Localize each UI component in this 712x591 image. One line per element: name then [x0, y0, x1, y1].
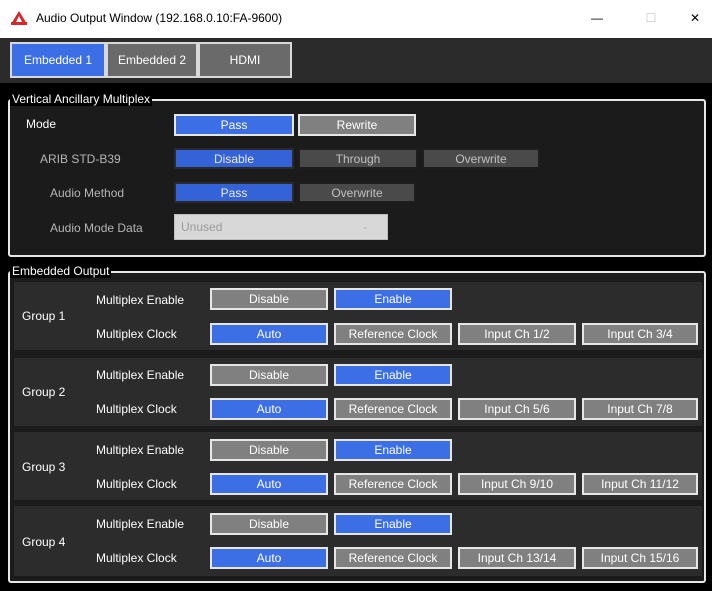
select-value: Unused: [181, 220, 223, 234]
audio-method-label: Audio Method: [50, 186, 125, 200]
multiplex-clock-label: Multiplex Clock: [96, 551, 177, 565]
group-3-enable-button[interactable]: Enable: [334, 439, 452, 461]
button-label: Rewrite: [336, 118, 378, 132]
audio-mode-data-select[interactable]: Unused ⌄: [174, 214, 388, 240]
audio-mode-data-label: Audio Mode Data: [50, 221, 143, 235]
tab-label: Embedded 1: [23, 53, 93, 67]
button-label: Enable: [374, 443, 412, 457]
tab-embedded-2[interactable]: Embedded 2: [106, 42, 198, 78]
group-2-clock-reference-button[interactable]: Reference Clock: [334, 398, 452, 420]
group-1-clock-input-b-button[interactable]: Input Ch 3/4: [582, 323, 698, 345]
button-label: Disable: [248, 443, 290, 457]
button-label: Pass: [220, 118, 248, 132]
group-3-clock-auto-button[interactable]: Auto: [210, 473, 328, 495]
button-label: Enable: [374, 292, 412, 306]
group-3-disable-button[interactable]: Disable: [210, 439, 328, 461]
tab-hdmi[interactable]: HDMI: [198, 42, 292, 78]
group-3-clock-input-b-button[interactable]: Input Ch 11/12: [582, 473, 698, 495]
button-label: Input Ch 11/12: [601, 477, 679, 491]
group-1-label: Group 1: [22, 309, 66, 323]
button-label: Disable: [248, 517, 290, 531]
audio-method-pass-button[interactable]: Pass: [174, 182, 294, 203]
button-label: Input Ch 1/2: [484, 327, 550, 341]
group-2-label: Group 2: [22, 385, 66, 399]
maximize-icon: ☐: [645, 11, 657, 25]
group-1-clock-auto-button[interactable]: Auto: [210, 323, 328, 345]
multiplex-clock-label: Multiplex Clock: [96, 477, 177, 491]
button-label: Input Ch 7/8: [607, 402, 673, 416]
button-label: Input Ch 13/14: [477, 551, 557, 565]
button-label: Disable: [248, 292, 290, 306]
button-label: Overwrite: [455, 151, 507, 166]
tab-label: Embedded 2: [117, 53, 187, 67]
minimize-icon: —: [591, 11, 603, 25]
multiplex-enable-label: Multiplex Enable: [96, 368, 185, 382]
close-icon: ✕: [689, 11, 701, 25]
arib-disable-button[interactable]: Disable: [174, 148, 294, 169]
eo-legend: Embedded Output: [10, 264, 112, 278]
group-1-disable-button[interactable]: Disable: [210, 288, 328, 310]
group-4-clock-input-b-button[interactable]: Input Ch 15/16: [582, 547, 698, 569]
button-label: Auto: [256, 402, 282, 416]
arib-overwrite-button[interactable]: Overwrite: [422, 148, 540, 169]
button-label: Reference Clock: [348, 477, 438, 491]
audio-method-overwrite-button[interactable]: Overwrite: [298, 182, 416, 203]
button-label: Enable: [374, 517, 412, 531]
arib-through-button[interactable]: Through: [298, 148, 418, 169]
multiplex-enable-label: Multiplex Enable: [96, 293, 185, 307]
group-3-clock-input-a-button[interactable]: Input Ch 9/10: [458, 473, 576, 495]
button-label: Enable: [374, 368, 412, 382]
button-label: Auto: [256, 327, 282, 341]
group-4-clock-input-a-button[interactable]: Input Ch 13/14: [458, 547, 576, 569]
group-2-enable-button[interactable]: Enable: [334, 364, 452, 386]
group-2-clock-input-b-button[interactable]: Input Ch 7/8: [582, 398, 698, 420]
button-label: Input Ch 5/6: [484, 402, 550, 416]
multiplex-enable-label: Multiplex Enable: [96, 517, 185, 531]
button-label: Input Ch 9/10: [480, 477, 554, 491]
maximize-button[interactable]: ☐: [628, 0, 674, 36]
mode-pass-button[interactable]: Pass: [174, 114, 294, 136]
group-4-enable-button[interactable]: Enable: [334, 513, 452, 535]
multiplex-clock-label: Multiplex Clock: [96, 402, 177, 416]
button-label: Disable: [248, 368, 290, 382]
button-label: Auto: [256, 477, 282, 491]
tab-embedded-1[interactable]: Embedded 1: [10, 42, 106, 78]
tab-label: HDMI: [229, 53, 261, 67]
button-label: Overwrite: [331, 185, 383, 200]
group-2-disable-button[interactable]: Disable: [210, 364, 328, 386]
button-label: Disable: [213, 151, 255, 166]
minimize-button[interactable]: —: [574, 0, 620, 36]
chevron-down-icon: ⌄: [361, 221, 369, 231]
button-label: Reference Clock: [348, 551, 438, 565]
group-2-clock-input-a-button[interactable]: Input Ch 5/6: [458, 398, 576, 420]
window-title: Audio Output Window (192.168.0.10:FA-960…: [36, 11, 283, 25]
button-label: Input Ch 3/4: [607, 327, 673, 341]
group-2-clock-auto-button[interactable]: Auto: [210, 398, 328, 420]
group-1-clock-input-a-button[interactable]: Input Ch 1/2: [458, 323, 576, 345]
group-4-disable-button[interactable]: Disable: [210, 513, 328, 535]
vam-legend: Vertical Ancillary Multiplex: [10, 92, 153, 106]
mode-label: Mode: [26, 117, 57, 131]
button-label: Reference Clock: [348, 327, 438, 341]
button-label: Pass: [220, 185, 248, 200]
group-4-clock-reference-button[interactable]: Reference Clock: [334, 547, 452, 569]
group-4-clock-auto-button[interactable]: Auto: [210, 547, 328, 569]
mode-rewrite-button[interactable]: Rewrite: [298, 114, 416, 136]
app-logo-icon: [11, 11, 27, 25]
button-label: Input Ch 15/16: [600, 551, 680, 565]
group-1-clock-reference-button[interactable]: Reference Clock: [334, 323, 452, 345]
group-3-clock-reference-button[interactable]: Reference Clock: [334, 473, 452, 495]
multiplex-clock-label: Multiplex Clock: [96, 327, 177, 341]
arib-label: ARIB STD-B39: [40, 152, 121, 166]
group-1-enable-button[interactable]: Enable: [334, 288, 452, 310]
button-label: Through: [335, 151, 381, 166]
title-bar: Audio Output Window (192.168.0.10:FA-960…: [0, 0, 712, 38]
close-button[interactable]: ✕: [672, 0, 712, 36]
button-label: Reference Clock: [348, 402, 438, 416]
multiplex-enable-label: Multiplex Enable: [96, 443, 185, 457]
group-3-label: Group 3: [22, 460, 66, 474]
group-4-label: Group 4: [22, 535, 66, 549]
button-label: Auto: [256, 551, 282, 565]
